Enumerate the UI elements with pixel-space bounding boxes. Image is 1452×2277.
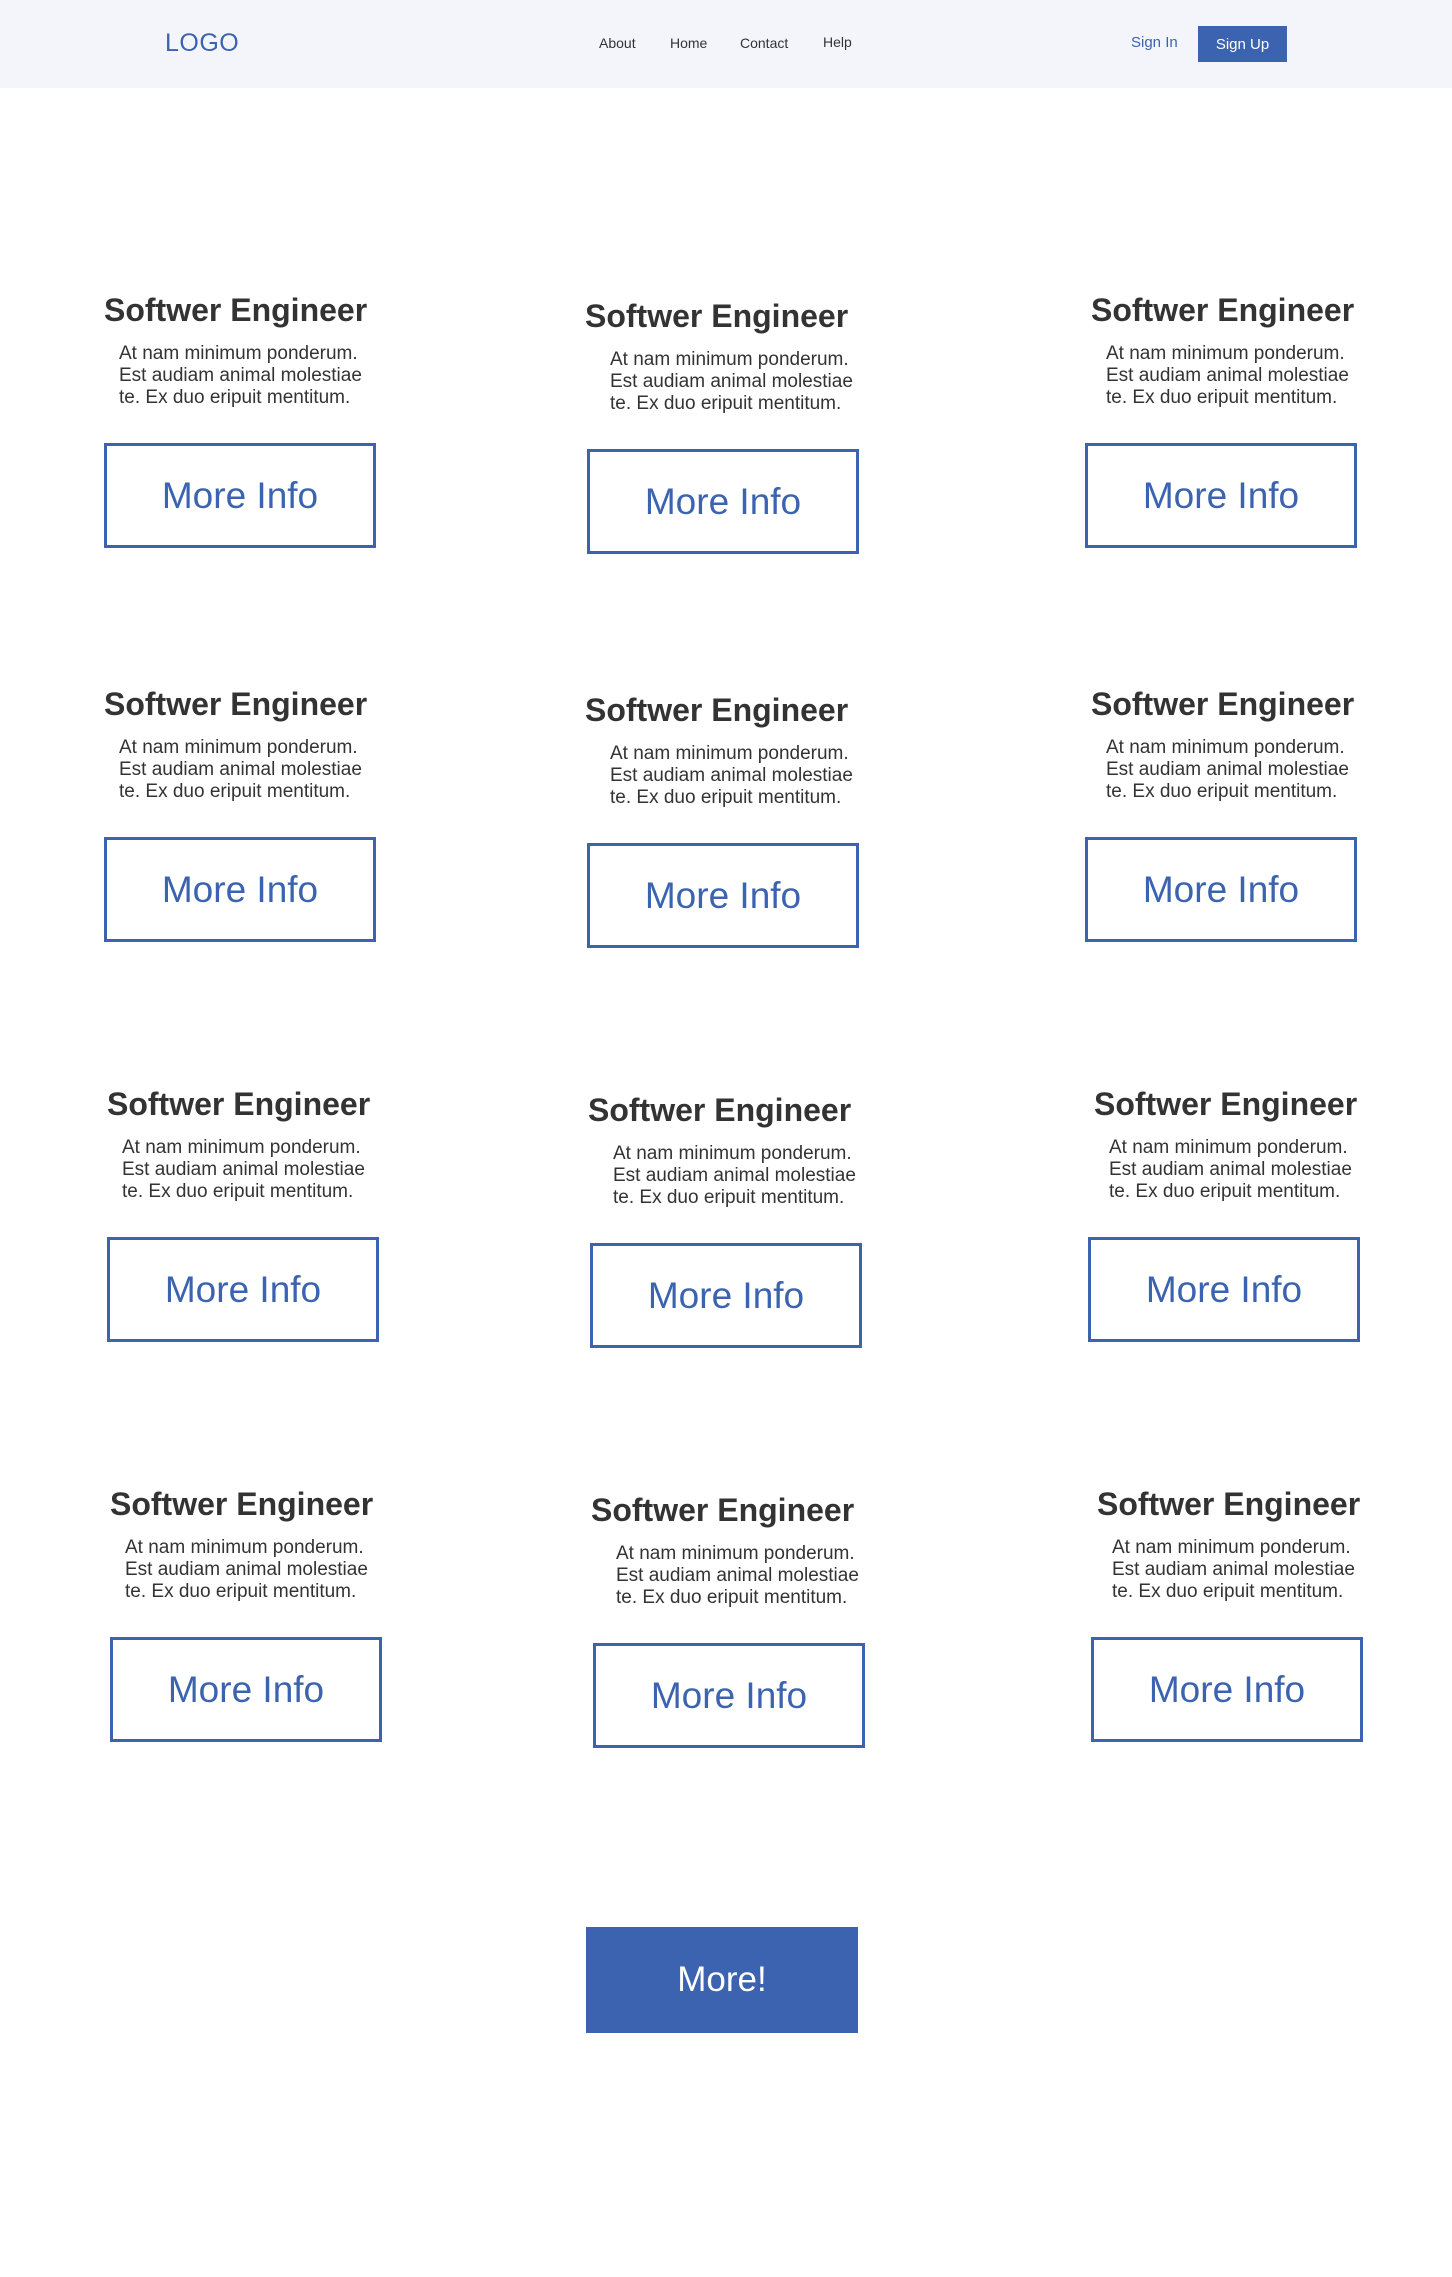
more-info-button[interactable]: More Info	[107, 1237, 379, 1342]
sign-up-button[interactable]: Sign Up	[1198, 26, 1287, 62]
card-title: Softwer Engineer	[1091, 686, 1355, 722]
card-description: At nam minimum ponderum. Est audiam anim…	[119, 343, 362, 408]
card-description: At nam minimum ponderum. Est audiam anim…	[616, 1543, 859, 1608]
job-card: Softwer Engineer At nam minimum ponderum…	[585, 298, 875, 554]
card-description: At nam minimum ponderum. Est audiam anim…	[1106, 737, 1349, 802]
logo[interactable]: LOGO	[165, 29, 239, 58]
sign-in-link[interactable]: Sign In	[1131, 34, 1178, 51]
card-description: At nam minimum ponderum. Est audiam anim…	[1106, 343, 1349, 408]
more-info-button[interactable]: More Info	[104, 443, 376, 548]
more-info-button[interactable]: More Info	[110, 1637, 382, 1742]
card-title: Softwer Engineer	[588, 1092, 852, 1128]
job-card: Softwer Engineer At nam minimum ponderum…	[104, 686, 394, 942]
job-card: Softwer Engineer At nam minimum ponderum…	[110, 1486, 400, 1742]
more-info-button[interactable]: More Info	[1088, 1237, 1360, 1342]
job-card: Softwer Engineer At nam minimum ponderum…	[104, 292, 394, 548]
job-card: Softwer Engineer At nam minimum ponderum…	[585, 692, 875, 948]
more-info-button[interactable]: More Info	[590, 1243, 862, 1348]
more-info-button[interactable]: More Info	[1091, 1637, 1363, 1742]
card-title: Softwer Engineer	[1097, 1486, 1361, 1522]
job-card: Softwer Engineer At nam minimum ponderum…	[1085, 292, 1381, 548]
card-title: Softwer Engineer	[1091, 292, 1355, 328]
job-card: Softwer Engineer At nam minimum ponderum…	[1088, 1086, 1384, 1342]
card-title: Softwer Engineer	[104, 686, 368, 722]
card-title: Softwer Engineer	[104, 292, 368, 328]
job-card: Softwer Engineer At nam minimum ponderum…	[1085, 686, 1381, 942]
nav-about[interactable]: About	[599, 35, 636, 51]
more-info-button[interactable]: More Info	[1085, 443, 1357, 548]
card-title: Softwer Engineer	[1094, 1086, 1358, 1122]
more-info-button[interactable]: More Info	[1085, 837, 1357, 942]
card-title: Softwer Engineer	[110, 1486, 374, 1522]
card-title: Softwer Engineer	[585, 692, 849, 728]
job-card: Softwer Engineer At nam minimum ponderum…	[107, 1086, 397, 1342]
more-info-button[interactable]: More Info	[593, 1643, 865, 1748]
job-card: Softwer Engineer At nam minimum ponderum…	[588, 1092, 878, 1348]
card-description: At nam minimum ponderum. Est audiam anim…	[125, 1537, 368, 1602]
nav-home[interactable]: Home	[670, 35, 707, 51]
card-title: Softwer Engineer	[585, 298, 849, 334]
card-description: At nam minimum ponderum. Est audiam anim…	[119, 737, 362, 802]
card-description: At nam minimum ponderum. Est audiam anim…	[610, 349, 853, 414]
more-info-button[interactable]: More Info	[587, 449, 859, 554]
card-title: Softwer Engineer	[107, 1086, 371, 1122]
job-card: Softwer Engineer At nam minimum ponderum…	[1091, 1486, 1387, 1742]
site-header: LOGO About Home Contact Help Sign In Sig…	[0, 0, 1452, 88]
card-title: Softwer Engineer	[591, 1492, 855, 1528]
job-card: Softwer Engineer At nam minimum ponderum…	[591, 1492, 881, 1748]
card-description: At nam minimum ponderum. Est audiam anim…	[1109, 1137, 1352, 1202]
card-description: At nam minimum ponderum. Est audiam anim…	[1112, 1537, 1355, 1602]
load-more-button[interactable]: More!	[586, 1927, 858, 2033]
nav-contact[interactable]: Contact	[740, 35, 788, 51]
card-description: At nam minimum ponderum. Est audiam anim…	[613, 1143, 856, 1208]
card-description: At nam minimum ponderum. Est audiam anim…	[610, 743, 853, 808]
nav-help[interactable]: Help	[823, 34, 852, 50]
more-info-button[interactable]: More Info	[587, 843, 859, 948]
card-description: At nam minimum ponderum. Est audiam anim…	[122, 1137, 365, 1202]
more-info-button[interactable]: More Info	[104, 837, 376, 942]
